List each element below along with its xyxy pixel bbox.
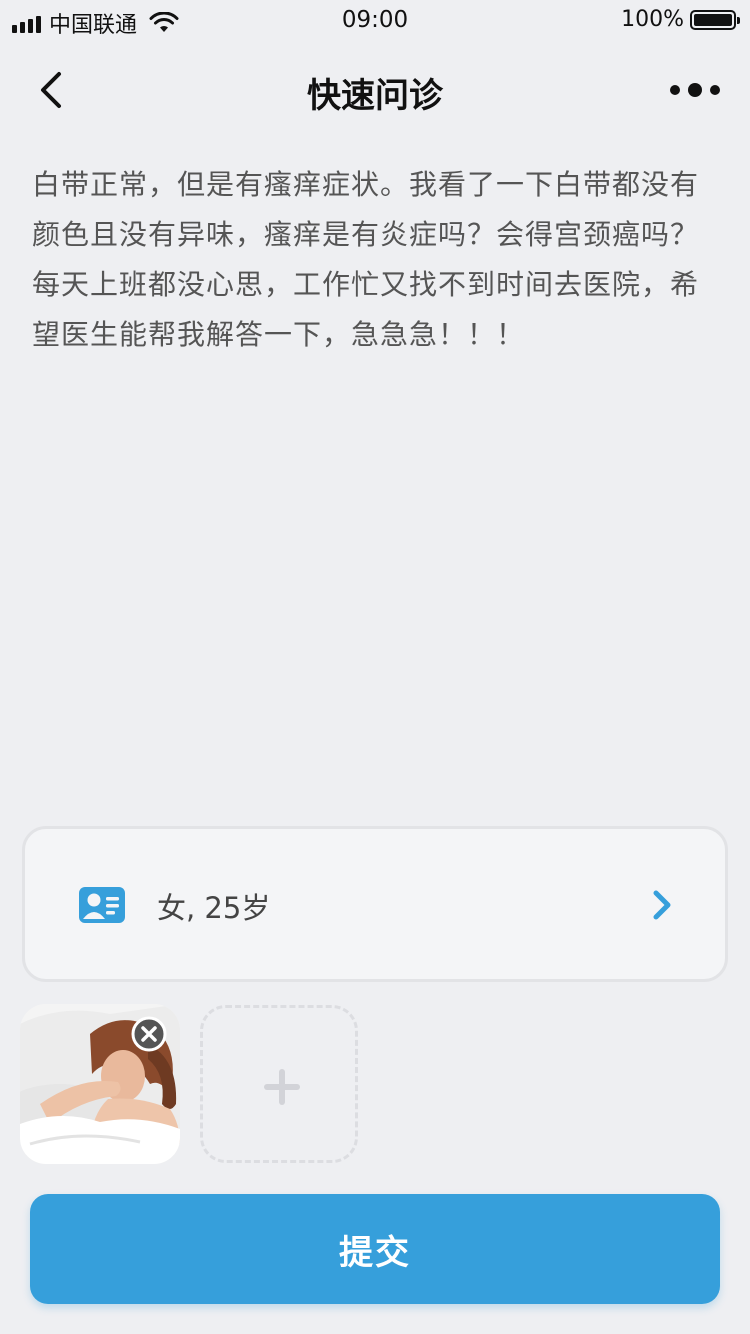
question-text[interactable]: 白带正常，但是有瘙痒症状。我看了一下白带都没有颜色且没有异味，瘙痒是有炎症吗？会… (32, 160, 722, 360)
page-title: 快速问诊 (307, 76, 443, 116)
battery-percent: 100% (621, 7, 684, 32)
id-card-icon (79, 887, 125, 923)
submit-button[interactable]: 提交 (30, 1194, 720, 1304)
patient-info-text: 女, 25岁 (157, 891, 271, 925)
add-photo-button[interactable] (200, 1005, 358, 1163)
status-bar: 中国联通 09:00 100% (0, 0, 750, 42)
close-circle-icon[interactable] (131, 1016, 167, 1052)
patient-profile-card[interactable]: 女, 25岁 (22, 826, 728, 982)
status-right: 100% (621, 7, 740, 32)
chevron-right-icon (653, 890, 671, 920)
battery-icon (690, 9, 740, 30)
more-dots-icon[interactable] (670, 78, 720, 102)
nav-bar: 快速问诊 (0, 50, 750, 130)
